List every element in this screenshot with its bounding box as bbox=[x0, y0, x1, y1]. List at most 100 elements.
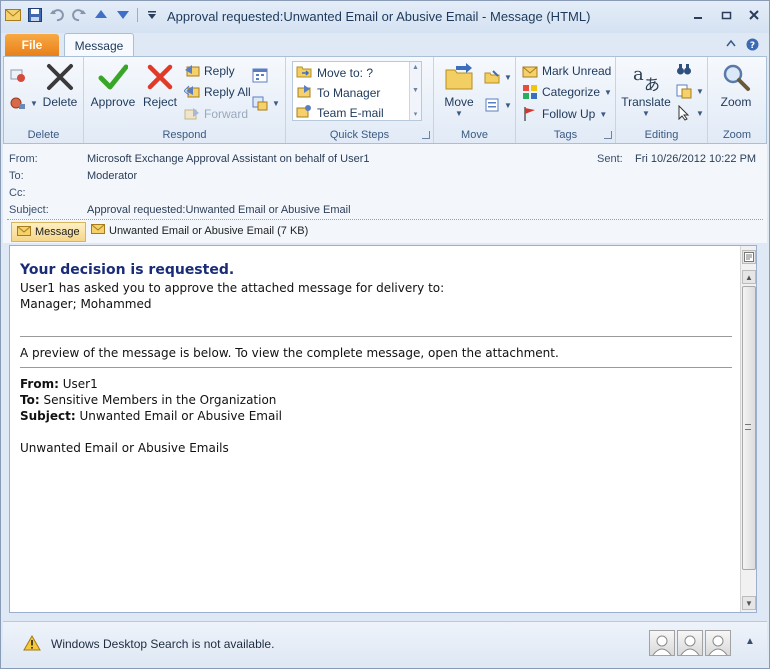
people-pane bbox=[649, 630, 731, 656]
editing-group: aあ Translate ▼ ▼ ▼ Editing bbox=[616, 57, 708, 143]
preview-subject-label: Subject: bbox=[20, 409, 76, 423]
quick-steps-label: Quick Steps bbox=[329, 129, 390, 141]
from-label: From: bbox=[9, 153, 38, 165]
warning-icon bbox=[23, 634, 41, 654]
status-text: Windows Desktop Search is not available. bbox=[51, 637, 275, 651]
undo-icon[interactable] bbox=[49, 7, 65, 23]
approve-label: Approve bbox=[90, 95, 136, 109]
person-avatar-icon[interactable] bbox=[649, 630, 675, 656]
scroll-down-icon[interactable]: ▼ bbox=[742, 596, 756, 610]
move-label: Move bbox=[444, 95, 474, 109]
preview-message-text: Unwanted Email or Abusive Emails bbox=[20, 441, 229, 455]
message-envelope-icon bbox=[17, 225, 31, 239]
follow-up-button[interactable]: Follow Up ▼ bbox=[522, 106, 607, 122]
qs-scroll-up-icon[interactable]: ▲ bbox=[412, 64, 419, 71]
clean-up-button[interactable]: ▼ bbox=[10, 95, 38, 111]
flag-icon bbox=[522, 106, 538, 122]
svg-text:あ: あ bbox=[644, 75, 660, 92]
move-to-folder-icon bbox=[296, 64, 312, 81]
view-options-icon[interactable] bbox=[742, 250, 756, 264]
preview-subject-value: Unwanted Email or Abusive Email bbox=[79, 409, 283, 423]
forward-button[interactable]: Forward bbox=[184, 106, 248, 122]
quick-access-toolbar bbox=[5, 7, 160, 23]
person-avatar-icon[interactable] bbox=[677, 630, 703, 656]
minimize-button[interactable] bbox=[689, 7, 707, 23]
expand-people-pane-icon[interactable]: ▲ bbox=[745, 636, 755, 647]
find-button[interactable] bbox=[676, 61, 692, 77]
follow-up-caret: ▼ bbox=[599, 109, 608, 119]
next-item-icon[interactable] bbox=[115, 7, 131, 23]
delete-group-label: Delete bbox=[27, 129, 60, 141]
editing-group-label: Editing bbox=[644, 129, 679, 141]
ignore-button[interactable] bbox=[10, 67, 26, 83]
quick-step-team-email[interactable]: Team E-mail bbox=[296, 104, 384, 121]
more-respond-icon bbox=[252, 95, 268, 111]
respond-group: Approve Reject Reply Reply All Forward ▼… bbox=[84, 57, 286, 143]
tags-group: Mark Unread Categorize ▼ Follow Up ▼ Tag… bbox=[516, 57, 616, 143]
preview-note: A preview of the message is below. To vi… bbox=[20, 346, 559, 360]
rules-button[interactable]: ▼ bbox=[484, 69, 512, 85]
redo-icon[interactable] bbox=[71, 7, 87, 23]
qs-scroll-down-icon[interactable]: ▼ bbox=[412, 87, 419, 94]
attachment-bar: Message Unwanted Email or Abusive Email … bbox=[3, 221, 767, 243]
decision-heading: Your decision is requested. bbox=[20, 262, 235, 278]
customize-toolbar-icon[interactable] bbox=[144, 7, 160, 23]
reject-button[interactable]: Reject bbox=[140, 61, 180, 109]
tab-message[interactable]: Message bbox=[64, 33, 134, 57]
move-caret: ▼ bbox=[455, 109, 463, 118]
message-body[interactable]: Your decision is requested. User1 has as… bbox=[9, 245, 757, 613]
more-respond-button[interactable]: ▼ bbox=[252, 95, 280, 111]
translate-button[interactable]: aあ Translate ▼ bbox=[620, 61, 672, 118]
actions-button[interactable]: ▼ bbox=[484, 97, 512, 113]
zoom-button[interactable]: Zoom bbox=[716, 61, 756, 109]
preview-from-value: User1 bbox=[62, 377, 98, 391]
cursor-icon bbox=[676, 105, 692, 121]
window-controls bbox=[689, 7, 763, 23]
message-header: From: Microsoft Exchange Approval Assist… bbox=[3, 144, 767, 221]
tab-file[interactable]: File bbox=[5, 34, 59, 56]
minimize-ribbon-icon[interactable] bbox=[726, 38, 736, 54]
quick-step-move-to[interactable]: Move to: ? bbox=[296, 64, 373, 81]
restore-button[interactable] bbox=[717, 7, 735, 23]
close-button[interactable] bbox=[745, 7, 763, 23]
related-button[interactable]: ▼ bbox=[676, 83, 704, 99]
from-value[interactable]: Microsoft Exchange Approval Assistant on… bbox=[87, 153, 370, 165]
svg-text:?: ? bbox=[750, 41, 755, 51]
previous-item-icon[interactable] bbox=[93, 7, 109, 23]
select-button[interactable]: ▼ bbox=[676, 105, 704, 121]
qs-expand-icon[interactable]: ▾ bbox=[414, 110, 418, 118]
window-title: Approval requested:Unwanted Email or Abu… bbox=[167, 9, 591, 24]
categorize-icon bbox=[522, 84, 538, 100]
reply-icon bbox=[184, 63, 200, 79]
approve-button[interactable]: Approve bbox=[90, 61, 136, 109]
quick-steps-gallery: Move to: ? To Manager Team E-mail ▲ ▼ ▾ bbox=[292, 61, 422, 121]
quick-step-to-manager[interactable]: To Manager bbox=[296, 84, 380, 101]
save-icon[interactable] bbox=[27, 7, 43, 23]
move-group-label: Move bbox=[461, 129, 488, 141]
envelope-app-icon[interactable] bbox=[5, 7, 21, 23]
to-value[interactable]: Moderator bbox=[87, 170, 137, 182]
scroll-up-icon[interactable]: ▲ bbox=[742, 270, 756, 284]
move-group: Move ▼ ▼ ▼ Move bbox=[434, 57, 516, 143]
reply-button[interactable]: Reply bbox=[184, 63, 235, 79]
meeting-button[interactable] bbox=[252, 67, 268, 83]
quick-steps-scroll[interactable]: ▲ ▼ ▾ bbox=[409, 62, 421, 120]
message-tab-button[interactable]: Message bbox=[11, 222, 86, 242]
recipients-text: Manager; Mohammed bbox=[20, 297, 152, 311]
zoom-group: Zoom Zoom bbox=[708, 57, 766, 143]
calendar-icon bbox=[252, 67, 268, 83]
body-scrollbar[interactable]: ▲ ▼ bbox=[740, 246, 756, 612]
team-email-icon bbox=[296, 104, 312, 121]
categorize-button[interactable]: Categorize ▼ bbox=[522, 84, 612, 100]
help-icon[interactable]: ? bbox=[746, 38, 759, 54]
checkmark-icon bbox=[97, 61, 129, 93]
person-avatar-icon[interactable] bbox=[705, 630, 731, 656]
delete-button[interactable]: Delete bbox=[42, 61, 78, 109]
attachment-item[interactable]: Unwanted Email or Abusive Email (7 KB) bbox=[91, 224, 308, 237]
forward-icon bbox=[184, 106, 200, 122]
mark-unread-button[interactable]: Mark Unread bbox=[522, 63, 611, 79]
reply-all-button[interactable]: Reply All bbox=[184, 84, 251, 100]
related-icon bbox=[676, 83, 692, 99]
scroll-grip bbox=[745, 424, 751, 430]
move-button[interactable]: Move ▼ bbox=[440, 61, 478, 118]
